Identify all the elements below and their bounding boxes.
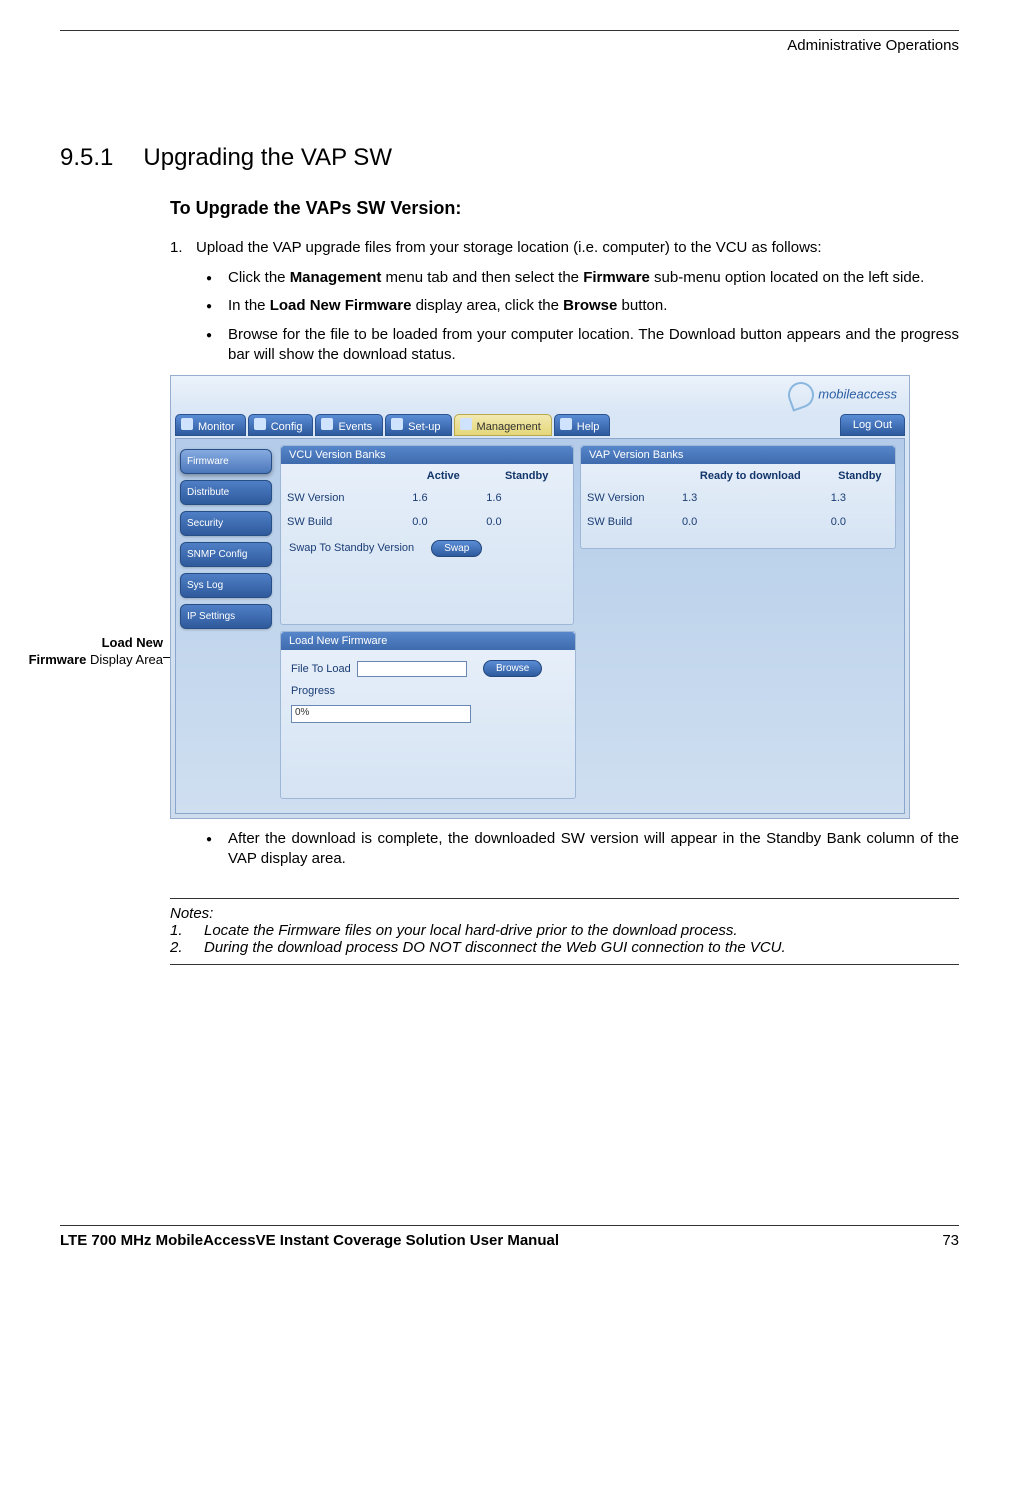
tab-management[interactable]: Management	[454, 414, 552, 436]
help-icon	[560, 418, 572, 430]
logout-button[interactable]: Log Out	[840, 414, 905, 436]
load-new-firmware-panel: Load New Firmware File To Load Browse Pr…	[280, 631, 576, 799]
sidebar-item-ip[interactable]: IP Settings	[180, 604, 272, 629]
management-icon	[460, 418, 472, 430]
running-header: Administrative Operations	[60, 37, 959, 54]
swap-button[interactable]: Swap	[431, 540, 482, 557]
swap-label: Swap To Standby Version	[289, 542, 414, 554]
file-to-load-input[interactable]	[357, 661, 467, 677]
brand-logo: mobileaccess	[788, 382, 897, 408]
progress-label: Progress	[291, 685, 357, 697]
step-text: Upload the VAP upgrade files from your s…	[196, 239, 959, 256]
sidebar-item-distribute[interactable]: Distribute	[180, 480, 272, 505]
browse-button[interactable]: Browse	[483, 660, 542, 677]
config-icon	[254, 418, 266, 430]
tab-help[interactable]: Help	[554, 414, 611, 436]
progress-bar: 0%	[291, 705, 471, 723]
screenshot-app-window: mobileaccess Monitor Config Events Set-u…	[170, 375, 910, 819]
bullet-item: Click the Management menu tab and then s…	[204, 268, 959, 288]
footer-title: LTE 700 MHz MobileAccessVE Instant Cover…	[60, 1232, 559, 1249]
vap-version-banks-panel: VAP Version Banks Ready to downloadStand…	[580, 445, 896, 549]
monitor-icon	[181, 418, 193, 430]
vcu-version-banks-panel: VCU Version Banks ActiveStandby SW Versi…	[280, 445, 574, 625]
sidebar-item-firmware[interactable]: Firmware	[180, 449, 272, 474]
tab-bar: Monitor Config Events Set-up Management …	[175, 414, 905, 438]
notes-heading: Notes:	[170, 905, 959, 922]
events-icon	[321, 418, 333, 430]
step-number: 1.	[170, 239, 196, 256]
tab-events[interactable]: Events	[315, 414, 383, 436]
section-number: 9.5.1	[60, 144, 113, 172]
panel-header: Load New Firmware	[281, 632, 575, 650]
tab-setup[interactable]: Set-up	[385, 414, 451, 436]
sub-heading: To Upgrade the VAPs SW Version:	[170, 198, 959, 219]
bullet-item: After the download is complete, the down…	[204, 829, 959, 870]
sidebar: Firmware Distribute Security SNMP Config…	[180, 449, 272, 635]
setup-icon	[391, 418, 403, 430]
tab-config[interactable]: Config	[248, 414, 314, 436]
panel-header: VCU Version Banks	[281, 446, 573, 464]
sidebar-item-syslog[interactable]: Sys Log	[180, 573, 272, 598]
bullet-item: In the Load New Firmware display area, c…	[204, 296, 959, 316]
panel-header: VAP Version Banks	[581, 446, 895, 464]
notes-box: Notes: 1.Locate the Firmware files on yo…	[170, 898, 959, 965]
sidebar-item-snmp[interactable]: SNMP Config	[180, 542, 272, 567]
section-title: Upgrading the VAP SW	[143, 144, 392, 172]
file-to-load-label: File To Load	[291, 663, 357, 675]
sidebar-item-security[interactable]: Security	[180, 511, 272, 536]
figure-callout: Load New Firmware Display Area	[15, 635, 163, 669]
page-number: 73	[942, 1232, 959, 1249]
tab-monitor[interactable]: Monitor	[175, 414, 246, 436]
bullet-item: Browse for the file to be loaded from yo…	[204, 325, 959, 366]
